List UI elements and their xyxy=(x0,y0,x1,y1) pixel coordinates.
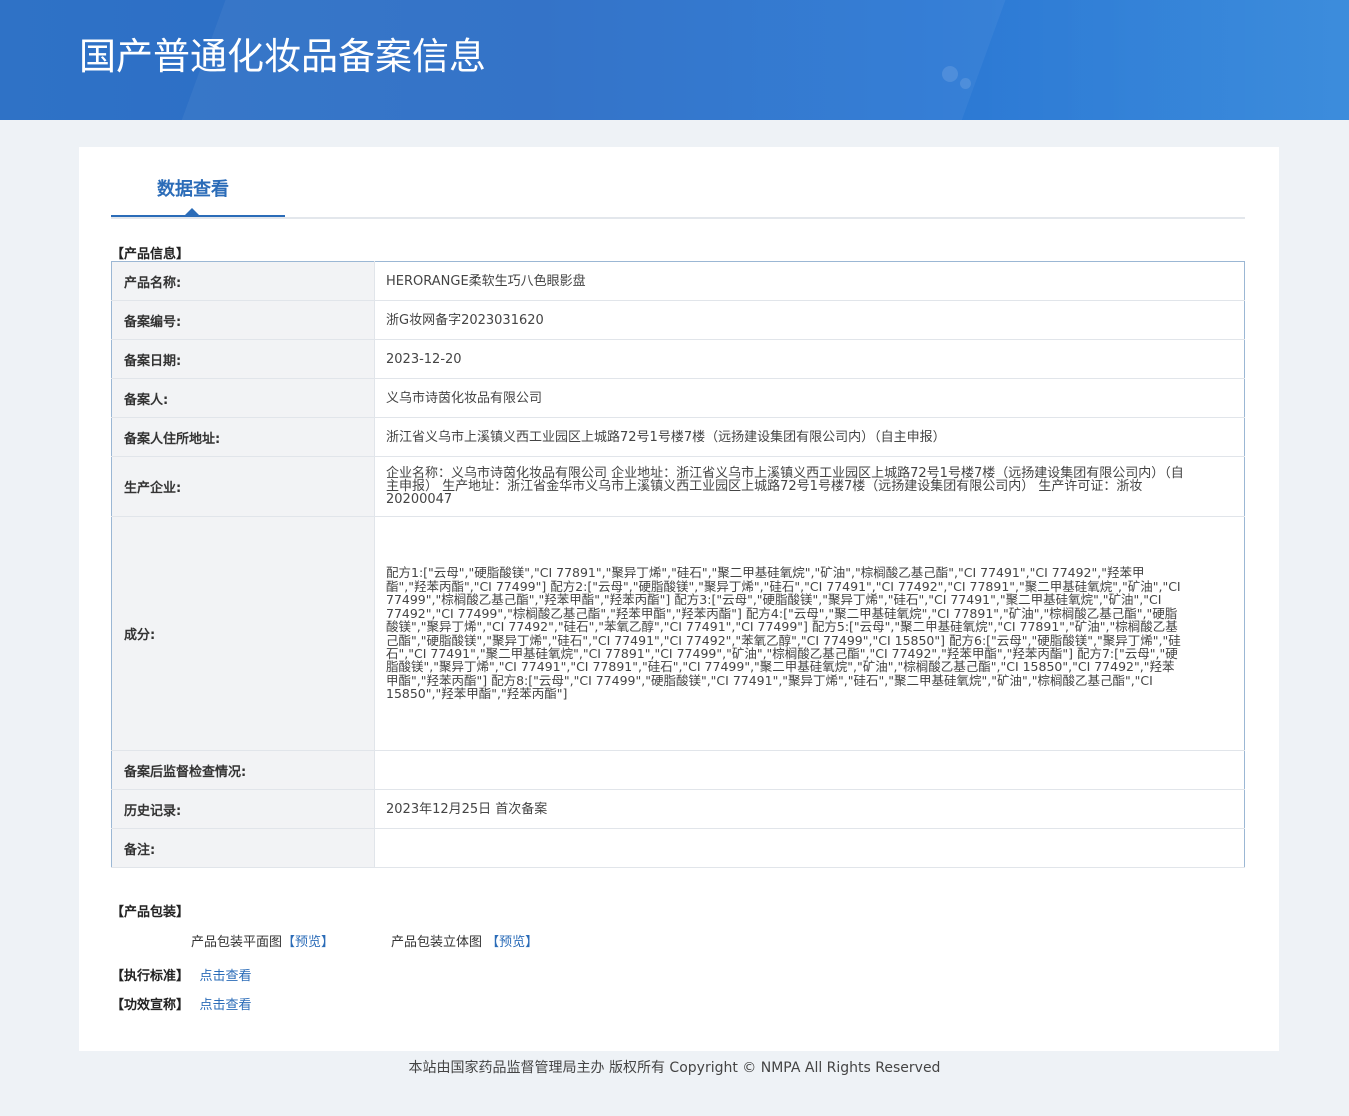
row-value: 浙G妆网备字2023031620 xyxy=(374,300,1245,340)
row-value: 义乌市诗茵化妆品有限公司 xyxy=(374,378,1245,418)
table-row: 备案日期: 2023-12-20 xyxy=(111,339,1245,379)
efficacy-row: 【功效宣称】 点击查看 xyxy=(111,994,252,1013)
standard-row: 【执行标准】 点击查看 xyxy=(111,965,252,984)
tab-label: 数据查看 xyxy=(157,179,229,200)
table-row: 备注: xyxy=(111,828,1245,868)
tab-bar: 数据查看 xyxy=(111,147,1245,219)
packaging-flat-preview-link[interactable]: 【预览】 xyxy=(282,935,334,950)
row-key: 历史记录: xyxy=(111,789,375,829)
efficacy-label: 【功效宣称】 xyxy=(111,998,190,1013)
table-row: 备案后监督检查情况: xyxy=(111,750,1245,790)
standard-view-link[interactable]: 点击查看 xyxy=(200,969,252,984)
row-value: HERORANGE柔软生巧八色眼影盘 xyxy=(374,261,1245,301)
row-value xyxy=(374,828,1245,868)
ingredients-value: 配方1:["云母","硬脂酸镁","CI 77891","聚异丁烯","硅石",… xyxy=(374,516,1245,751)
row-key: 备案编号: xyxy=(111,300,375,340)
row-key: 生产企业: xyxy=(111,456,375,517)
header-banner: 国产普通化妆品备案信息 xyxy=(0,0,1349,120)
packaging-stereo-label: 产品包装立体图 xyxy=(391,935,483,950)
row-value: 2023年12月25日 首次备案 xyxy=(374,789,1245,829)
row-value: 2023-12-20 xyxy=(374,339,1245,379)
banner-dot xyxy=(960,78,971,89)
content-card: 数据查看 【产品信息】 产品名称: HERORANGE柔软生巧八色眼影盘 备案编… xyxy=(79,147,1279,1051)
row-key: 备案人: xyxy=(111,378,375,418)
row-value xyxy=(374,750,1245,790)
tab-active-indicator xyxy=(185,208,199,215)
table-row: 成分: 配方1:["云母","硬脂酸镁","CI 77891","聚异丁烯","… xyxy=(111,516,1245,751)
table-row: 生产企业: 企业名称：义乌市诗茵化妆品有限公司 企业地址：浙江省义乌市上溪镇义西… xyxy=(111,456,1245,517)
standard-label: 【执行标准】 xyxy=(111,969,190,984)
product-info-title: 【产品信息】 xyxy=(111,247,190,262)
banner-dot xyxy=(942,66,958,82)
efficacy-view-link[interactable]: 点击查看 xyxy=(200,998,252,1013)
row-key: 备案后监督检查情况: xyxy=(111,750,375,790)
row-value: 企业名称：义乌市诗茵化妆品有限公司 企业地址：浙江省义乌市上溪镇义西工业园区上城… xyxy=(374,456,1245,517)
row-key: 成分: xyxy=(111,516,375,751)
row-key: 备案日期: xyxy=(111,339,375,379)
packaging-title: 【产品包装】 xyxy=(111,905,190,920)
banner-decoration xyxy=(929,0,1349,120)
table-row: 备案人: 义乌市诗茵化妆品有限公司 xyxy=(111,378,1245,418)
row-key: 备案人住所地址: xyxy=(111,417,375,457)
packaging-flat-label: 产品包装平面图 xyxy=(191,935,283,950)
tab-data-view[interactable]: 数据查看 xyxy=(111,147,285,217)
table-row: 备案人住所地址: 浙江省义乌市上溪镇义西工业园区上城路72号1号楼7楼（远扬建设… xyxy=(111,417,1245,457)
row-key: 产品名称: xyxy=(111,261,375,301)
row-key: 备注: xyxy=(111,828,375,868)
table-row: 历史记录: 2023年12月25日 首次备案 xyxy=(111,789,1245,829)
product-info-table: 产品名称: HERORANGE柔软生巧八色眼影盘 备案编号: 浙G妆网备字202… xyxy=(111,261,1245,868)
footer-copyright: 本站由国家药品监督管理局主办 版权所有 Copyright © NMPA All… xyxy=(408,1060,941,1076)
page-title: 国产普通化妆品备案信息 xyxy=(79,35,486,78)
table-row: 产品名称: HERORANGE柔软生巧八色眼影盘 xyxy=(111,261,1245,301)
packaging-stereo: 产品包装立体图 【预览】 xyxy=(391,931,538,950)
packaging-stereo-preview-link[interactable]: 【预览】 xyxy=(486,935,538,950)
table-row: 备案编号: 浙G妆网备字2023031620 xyxy=(111,300,1245,340)
packaging-flat: 产品包装平面图【预览】 xyxy=(191,931,334,950)
row-value: 浙江省义乌市上溪镇义西工业园区上城路72号1号楼7楼（远扬建设集团有限公司内）（… xyxy=(374,417,1245,457)
